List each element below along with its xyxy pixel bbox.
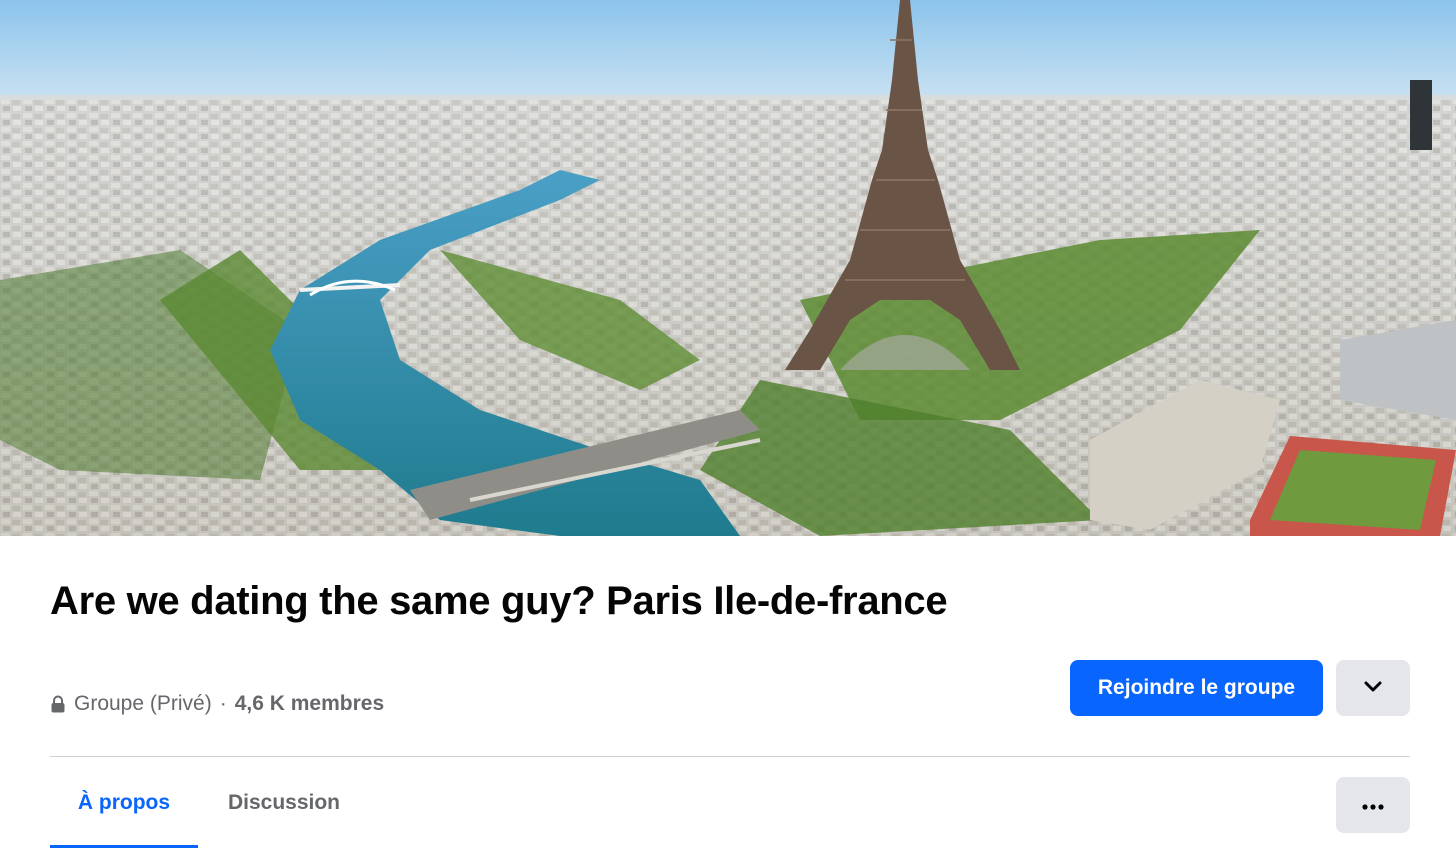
more-horizontal-icon <box>1362 798 1384 813</box>
members-count[interactable]: 4,6 K membres <box>235 692 384 716</box>
header-divider <box>50 756 1410 757</box>
meta-separator: · <box>219 692 227 715</box>
chevron-down-icon <box>1364 681 1382 696</box>
tab-discussion[interactable]: Discussion <box>198 758 370 848</box>
cover-photo <box>0 0 1456 536</box>
group-tabs: À propos Discussion <box>50 758 370 848</box>
more-options-button[interactable] <box>1336 777 1410 833</box>
group-meta: Groupe (Privé) · 4,6 K membres <box>50 690 384 718</box>
tab-a-propos[interactable]: À propos <box>50 758 198 848</box>
group-title: Are we dating the same guy? Paris Ile-de… <box>50 579 948 623</box>
join-group-button[interactable]: Rejoindre le groupe <box>1070 660 1323 716</box>
join-options-button[interactable] <box>1336 660 1410 716</box>
privacy-label: Groupe (Privé) <box>74 692 212 715</box>
lock-icon <box>50 695 66 713</box>
